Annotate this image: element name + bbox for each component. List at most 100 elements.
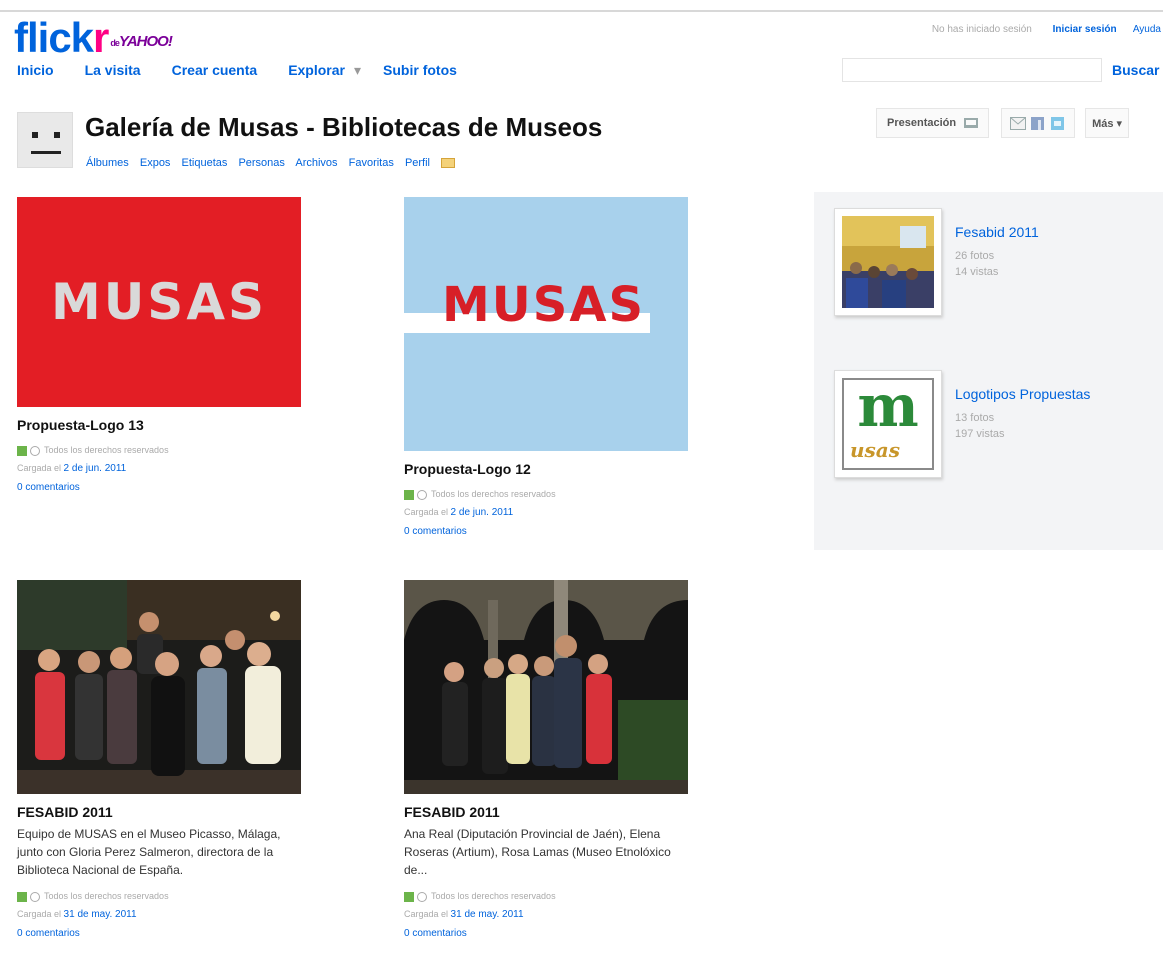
avatar[interactable] — [17, 112, 73, 168]
photo-description: Ana Real (Diputación Provincial de Jaén)… — [404, 827, 671, 877]
top-divider — [0, 10, 1163, 12]
comments-link[interactable]: 0 comentarios — [404, 526, 467, 537]
photo-thumbnail[interactable] — [17, 580, 301, 794]
set-photo-count: 13 fotos — [955, 412, 995, 424]
photo-meta: Todos los derechos reservados Cargada el… — [17, 887, 302, 943]
uploaded-date[interactable]: 2 de jun. 2011 — [451, 507, 514, 518]
uploaded-date[interactable]: 2 de jun. 2011 — [64, 463, 127, 474]
uploaded-prefix: Cargada el — [17, 463, 62, 473]
tab-archivos[interactable]: Archivos — [295, 157, 337, 169]
set-item[interactable]: m usas Logotipos Propuestas 13 fotos 197… — [834, 370, 1154, 482]
set-title[interactable]: Logotipos Propuestas — [955, 386, 1090, 402]
account-bar: No has iniciado sesión Iniciar sesión Ay… — [932, 24, 1161, 35]
photo-title[interactable]: FESABID 2011 — [17, 804, 302, 820]
help-link[interactable]: Ayuda — [1133, 24, 1161, 35]
photo-text: MUSAS — [50, 273, 268, 331]
set-title[interactable]: Fesabid 2011 — [955, 224, 1039, 240]
flickr-logo[interactable]: flickr deYAHOO! — [14, 14, 173, 62]
photo-title[interactable]: Propuesta-Logo 13 — [17, 417, 301, 433]
comments-link[interactable]: 0 comentarios — [404, 928, 467, 939]
photo-card: MUSAS Propuesta-Logo 12 Todos los derech… — [404, 197, 688, 541]
screen-icon — [964, 118, 979, 128]
copyright-icon — [30, 891, 40, 902]
avatar-eye — [54, 132, 60, 138]
search-button[interactable]: Buscar — [1112, 62, 1159, 78]
nav-inicio[interactable]: Inicio — [17, 62, 54, 79]
set-item[interactable]: Fesabid 2011 26 fotos 14 vistas — [834, 208, 1154, 320]
photo-thumbnail[interactable]: MUSAS — [404, 197, 688, 451]
tab-perfil[interactable]: Perfil — [405, 157, 430, 169]
logo-de: de — [110, 38, 119, 48]
avatar-eye — [32, 132, 38, 138]
photo-thumbnail[interactable]: MUSAS — [17, 197, 301, 407]
set-thumbnail-image — [842, 216, 934, 308]
uploaded-prefix: Cargada el — [404, 909, 449, 919]
photo-text: MUSAS — [442, 277, 646, 333]
uploaded-prefix: Cargada el — [17, 909, 62, 919]
set-thumbnail[interactable]: m usas — [834, 370, 942, 478]
photo-card: FESABID 2011 Ana Real (Diputación Provin… — [404, 580, 689, 943]
photo-description: Equipo de MUSAS en el Museo Picasso, Mál… — [17, 827, 281, 877]
license-text: Todos los derechos reservados — [44, 891, 169, 901]
tab-expos[interactable]: Expos — [140, 157, 171, 169]
copyright-icon — [417, 891, 427, 902]
slideshow-button[interactable]: Presentación — [876, 108, 990, 138]
tab-etiquetas[interactable]: Etiquetas — [182, 157, 228, 169]
tab-favoritas[interactable]: Favoritas — [349, 157, 394, 169]
license-icon — [17, 445, 27, 456]
photo-meta: Todos los derechos reservados Cargada el… — [404, 887, 689, 943]
page-title: Galería de Musas - Bibliotecas de Museos — [85, 112, 603, 142]
nav-la-visita[interactable]: La visita — [85, 62, 141, 79]
mail-icon[interactable] — [441, 158, 456, 169]
copyright-icon — [417, 489, 427, 500]
license-text: Todos los derechos reservados — [431, 489, 556, 499]
conference-photo-image — [842, 216, 934, 308]
logo-r: r — [93, 14, 109, 61]
license-icon — [404, 891, 414, 902]
uploaded-date[interactable]: 31 de may. 2011 — [64, 909, 137, 920]
slideshow-label: Presentación — [887, 117, 957, 129]
more-button[interactable]: Más ▾ — [1085, 108, 1130, 138]
avatar-mouth — [31, 151, 61, 154]
photo-thumbnail[interactable] — [404, 580, 688, 794]
twitter-icon[interactable] — [1050, 116, 1066, 130]
copyright-icon — [30, 445, 40, 456]
facebook-icon[interactable] — [1030, 116, 1046, 130]
nav-explorar[interactable]: Explorar — [288, 62, 345, 79]
email-icon[interactable] — [1010, 116, 1027, 130]
share-toolbar: Presentación Más ▾ — [876, 108, 1130, 138]
photo-meta: Todos los derechos reservados Cargada el… — [17, 441, 301, 497]
login-status: No has iniciado sesión — [931, 24, 1032, 35]
license-text: Todos los derechos reservados — [44, 445, 169, 455]
license-text: Todos los derechos reservados — [431, 891, 556, 901]
login-link[interactable]: Iniciar sesión — [1053, 24, 1117, 35]
photo-meta: Todos los derechos reservados Cargada el… — [404, 485, 688, 541]
tab-personas[interactable]: Personas — [238, 157, 284, 169]
license-icon — [17, 891, 27, 902]
photo-card: MUSAS Propuesta-Logo 13 Todos los derech… — [17, 197, 301, 497]
photo-title[interactable]: Propuesta-Logo 12 — [404, 461, 688, 477]
logo-yahoo: YAHOO! — [118, 33, 173, 50]
group-photo-image — [17, 580, 301, 794]
comments-link[interactable]: 0 comentarios — [17, 928, 80, 939]
photo-title[interactable]: FESABID 2011 — [404, 804, 689, 820]
set-view-count: 197 vistas — [955, 428, 1005, 440]
search-input[interactable] — [842, 58, 1102, 82]
set-photo-count: 26 fotos — [955, 250, 995, 262]
uploaded-prefix: Cargada el — [404, 507, 449, 517]
license-icon — [404, 489, 414, 500]
set-view-count: 14 vistas — [955, 266, 999, 278]
chevron-down-icon[interactable]: ▾ — [354, 62, 361, 79]
main-nav: Inicio La visita Crear cuenta Explorar ▾… — [17, 62, 488, 79]
share-buttons — [1001, 108, 1076, 138]
photo-card: FESABID 2011 Equipo de MUSAS en el Museo… — [17, 580, 302, 943]
uploaded-date[interactable]: 31 de may. 2011 — [451, 909, 524, 920]
set-thumbnail[interactable] — [834, 208, 942, 316]
comments-link[interactable]: 0 comentarios — [17, 482, 80, 493]
logo-m-letter: m — [857, 378, 919, 440]
set-thumbnail-image: m usas — [842, 378, 934, 470]
tab-albumes[interactable]: Álbumes — [86, 157, 129, 169]
nav-subir-fotos[interactable]: Subir fotos — [383, 62, 457, 79]
nav-crear-cuenta[interactable]: Crear cuenta — [172, 62, 258, 79]
sets-sidebar: Fesabid 2011 26 fotos 14 vistas m usas L… — [814, 192, 1163, 550]
